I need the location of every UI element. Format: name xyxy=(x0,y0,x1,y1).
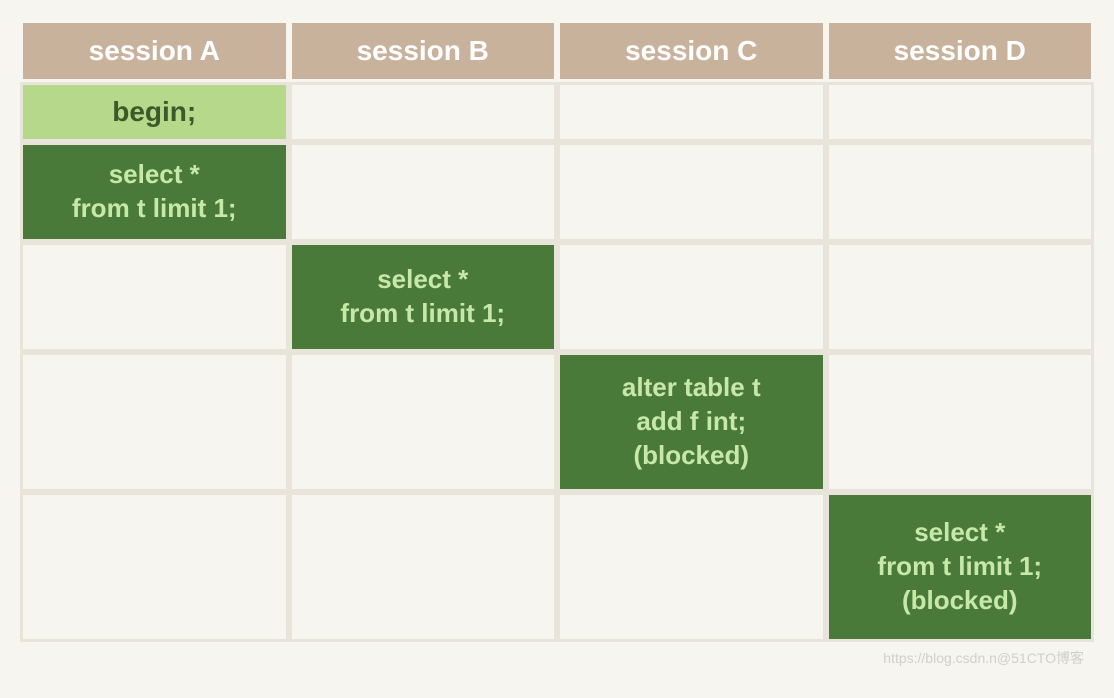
sql-alter-statement-blocked: alter table t add f int; (blocked) xyxy=(560,355,823,489)
header-session-a: session A xyxy=(20,20,289,82)
header-session-c: session C xyxy=(557,20,826,82)
cell-r4-a xyxy=(20,352,289,492)
cell-r1-d xyxy=(826,82,1095,142)
cell-r4-d xyxy=(826,352,1095,492)
cell-r2-d xyxy=(826,142,1095,242)
cell-r5-b xyxy=(289,492,558,642)
cell-r3-a xyxy=(20,242,289,352)
cell-r2-c xyxy=(557,142,826,242)
cell-r4-b xyxy=(289,352,558,492)
table-row: select * from t limit 1; (blocked) xyxy=(20,492,1094,642)
sql-begin-statement: begin; xyxy=(23,85,286,139)
header-session-b: session B xyxy=(289,20,558,82)
cell-r2-a: select * from t limit 1; xyxy=(20,142,289,242)
table-row: begin; xyxy=(20,82,1094,142)
header-session-d: session D xyxy=(826,20,1095,82)
cell-r3-d xyxy=(826,242,1095,352)
cell-r4-c: alter table t add f int; (blocked) xyxy=(557,352,826,492)
table-header-row: session A session B session C session D xyxy=(20,20,1094,82)
session-lock-table: session A session B session C session D … xyxy=(20,20,1094,642)
cell-r1-b xyxy=(289,82,558,142)
sql-select-statement-d-blocked: select * from t limit 1; (blocked) xyxy=(829,495,1092,639)
cell-r5-c xyxy=(557,492,826,642)
table-row: alter table t add f int; (blocked) xyxy=(20,352,1094,492)
cell-r3-b: select * from t limit 1; xyxy=(289,242,558,352)
sql-select-statement-b: select * from t limit 1; xyxy=(292,245,555,349)
cell-r1-c xyxy=(557,82,826,142)
table-row: select * from t limit 1; xyxy=(20,142,1094,242)
watermark-text: https://blog.csdn.n@51CTO博客 xyxy=(883,648,1084,668)
table-row: select * from t limit 1; xyxy=(20,242,1094,352)
sql-select-statement-a: select * from t limit 1; xyxy=(23,145,286,239)
cell-r5-d: select * from t limit 1; (blocked) xyxy=(826,492,1095,642)
cell-r3-c xyxy=(557,242,826,352)
cell-r5-a xyxy=(20,492,289,642)
cell-r1-a: begin; xyxy=(20,82,289,142)
cell-r2-b xyxy=(289,142,558,242)
